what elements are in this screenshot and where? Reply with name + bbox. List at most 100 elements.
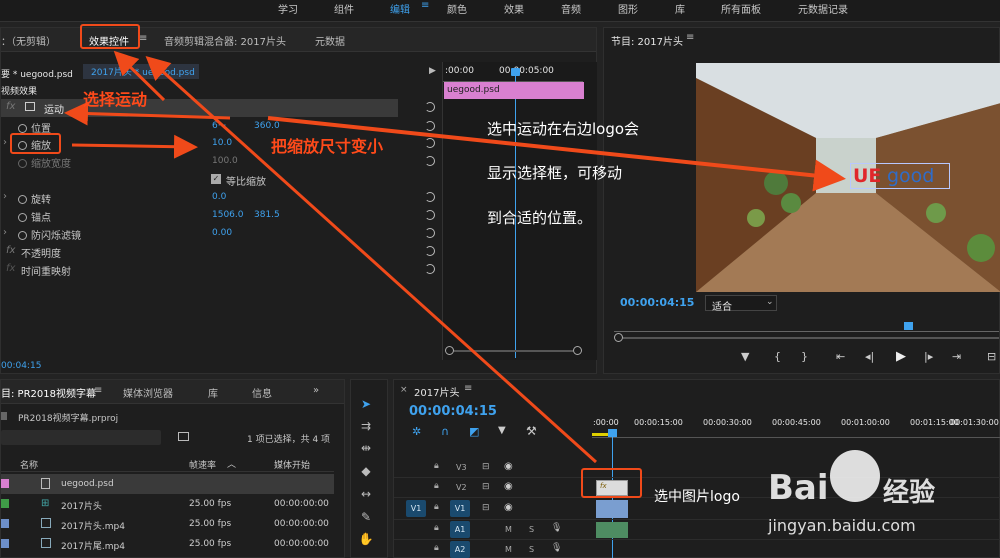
go-to-in-icon[interactable]: ⇤ xyxy=(836,350,845,363)
video-clip[interactable] xyxy=(596,500,628,518)
mini-scrollbar[interactable] xyxy=(454,350,573,352)
tab-project[interactable]: 目: PR2018视频字幕 xyxy=(1,385,96,400)
lock-icon[interactable]: 🔒︎ xyxy=(434,543,439,553)
position-x-value[interactable]: 6··· xyxy=(212,121,226,131)
menu-metadata[interactable]: 元数据记录 xyxy=(798,1,848,16)
sync-icon[interactable]: ⊟ xyxy=(482,462,490,472)
solo-button[interactable]: S xyxy=(529,545,534,554)
tab-project-menu-icon[interactable]: ≡ xyxy=(94,385,102,396)
program-playhead-icon[interactable] xyxy=(904,322,913,330)
program-menu-icon[interactable]: ≡ xyxy=(686,32,694,43)
eye-icon[interactable]: ◉ xyxy=(504,481,513,492)
sort-up-icon[interactable]: ︿ xyxy=(227,457,236,470)
opacity-row[interactable]: fx 不透明度 xyxy=(1,243,441,261)
menu-effects[interactable]: 效果 xyxy=(504,1,524,16)
ripple-edit-icon[interactable]: ⇹ xyxy=(357,440,375,456)
eye-icon[interactable]: ◉ xyxy=(504,502,513,513)
tab-source[interactable]: ：（无剪辑） xyxy=(1,33,56,48)
lock-icon[interactable]: 🔒︎ xyxy=(434,461,439,471)
reset-icon[interactable] xyxy=(425,264,435,274)
reset-icon[interactable] xyxy=(425,210,435,220)
wrench-icon[interactable]: ⚒ xyxy=(526,424,537,438)
magnet-icon[interactable]: ∩ xyxy=(441,425,449,438)
track-a2-button[interactable]: A2 xyxy=(450,541,470,558)
position-y-value[interactable]: 360.0 xyxy=(254,121,280,131)
sequence-clip-tab[interactable]: 2017片头 * uegood.psd xyxy=(83,64,199,79)
uniform-scale-row[interactable]: ✓ 等比缩放 xyxy=(1,171,441,189)
audio-clip[interactable] xyxy=(596,522,628,538)
mini-playhead-marker[interactable] xyxy=(511,68,520,76)
sync-icon[interactable]: ⊟ xyxy=(482,482,490,492)
expand-chevron-icon[interactable]: › xyxy=(3,227,7,238)
anchor-row[interactable]: 锚点 1506.0 381.5 xyxy=(1,207,441,225)
menu-all-panels[interactable]: 所有面板 xyxy=(721,1,761,16)
menu-learn[interactable]: 学习 xyxy=(278,1,298,16)
linked-selection-icon[interactable]: ◩ xyxy=(469,425,479,438)
menu-library[interactable]: 库 xyxy=(675,1,685,16)
tab-info[interactable]: 信息 xyxy=(252,385,272,400)
menu-edit[interactable]: 编辑 xyxy=(390,1,410,16)
add-marker-icon[interactable]: ▼ xyxy=(741,350,749,363)
lock-icon[interactable]: 🔒︎ xyxy=(434,481,439,491)
program-scrollbar[interactable] xyxy=(623,337,999,339)
time-remap-row[interactable]: fx 时间重映射 xyxy=(1,261,441,279)
flicker-value[interactable]: 0.00 xyxy=(212,228,232,238)
go-to-out-icon[interactable]: ⇥ xyxy=(952,350,961,363)
tab-metadata[interactable]: 元数据 xyxy=(315,33,345,48)
reset-icon[interactable] xyxy=(425,102,435,112)
stopwatch-icon[interactable] xyxy=(18,231,27,240)
mute-button[interactable]: M xyxy=(505,525,512,534)
timeline-close-icon[interactable]: × xyxy=(400,385,408,395)
mark-out-icon[interactable]: } xyxy=(801,350,808,363)
scale-value[interactable]: 10.0 xyxy=(212,138,232,148)
lock-icon[interactable]: 🔒︎ xyxy=(434,523,439,533)
source-v1-button[interactable]: V1 xyxy=(406,500,426,517)
flicker-row[interactable]: › 防闪烁滤镜 0.00 xyxy=(1,225,441,243)
anchor-x-value[interactable]: 1506.0 xyxy=(212,210,244,220)
play-triangle-icon[interactable]: ▶ xyxy=(429,66,436,76)
tab-overflow-icon[interactable]: » xyxy=(313,385,319,396)
snap-icon[interactable]: ✲ xyxy=(412,425,421,438)
mic-icon[interactable]: 🎙︎ xyxy=(551,543,562,553)
stopwatch-icon[interactable] xyxy=(18,195,27,204)
program-video-frame[interactable]: UE good xyxy=(696,63,1000,292)
track-v1-button[interactable]: V1 xyxy=(450,500,470,517)
mini-scroll-handle-icon[interactable] xyxy=(573,346,582,355)
lock-icon[interactable]: 🔒︎ xyxy=(434,502,439,512)
uniform-scale-checkbox[interactable]: ✓ xyxy=(211,174,221,184)
project-search-input[interactable] xyxy=(1,430,161,445)
timeline-playhead-marker[interactable] xyxy=(608,429,617,437)
motion-row[interactable]: fx 运动 xyxy=(1,99,398,117)
reset-icon[interactable] xyxy=(425,228,435,238)
slip-icon[interactable]: ↔ xyxy=(357,486,375,502)
anchor-y-value[interactable]: 381.5 xyxy=(254,210,280,220)
menu-edit-icon[interactable]: ≡ xyxy=(421,0,429,11)
reset-icon[interactable] xyxy=(425,246,435,256)
step-back-icon[interactable]: ◂| xyxy=(865,350,874,363)
col-fps[interactable]: 帧速率 xyxy=(189,458,216,471)
rotation-row[interactable]: › 旋转 0.0 xyxy=(1,189,441,207)
menu-color[interactable]: 颜色 xyxy=(447,1,467,16)
expand-chevron-icon[interactable]: › xyxy=(3,137,7,148)
reset-icon[interactable] xyxy=(425,138,435,148)
menu-graphics[interactable]: 图形 xyxy=(618,1,638,16)
razor-icon[interactable]: ◆ xyxy=(357,463,375,479)
program-ruler[interactable] xyxy=(614,326,999,332)
reset-icon[interactable] xyxy=(425,156,435,166)
new-bin-icon[interactable] xyxy=(178,432,189,441)
insert-icon[interactable]: ⊟ xyxy=(987,350,996,363)
tab-library[interactable]: 库 xyxy=(208,385,218,400)
expand-chevron-icon[interactable]: › xyxy=(3,191,7,202)
selection-tool-icon[interactable]: ➤ xyxy=(357,396,375,412)
list-item[interactable]: ⊞ 2017片头 25.00 fps 00:00:00:00 xyxy=(1,494,334,514)
reset-icon[interactable] xyxy=(425,192,435,202)
reset-icon[interactable] xyxy=(425,121,435,131)
list-item[interactable]: 2017片头.mp4 25.00 fps 00:00:00:00 xyxy=(1,514,334,534)
track-select-icon[interactable]: ⇉ xyxy=(357,418,375,434)
solo-button[interactable]: S xyxy=(529,525,534,534)
list-item[interactable]: 2017片尾.mp4 25.00 fps 00:00:00:00 xyxy=(1,534,334,554)
step-forward-icon[interactable]: |▸ xyxy=(924,350,933,363)
program-scroll-handle-icon[interactable] xyxy=(614,333,623,342)
rotation-value[interactable]: 0.0 xyxy=(212,192,226,202)
menu-assembly[interactable]: 组件 xyxy=(334,1,354,16)
